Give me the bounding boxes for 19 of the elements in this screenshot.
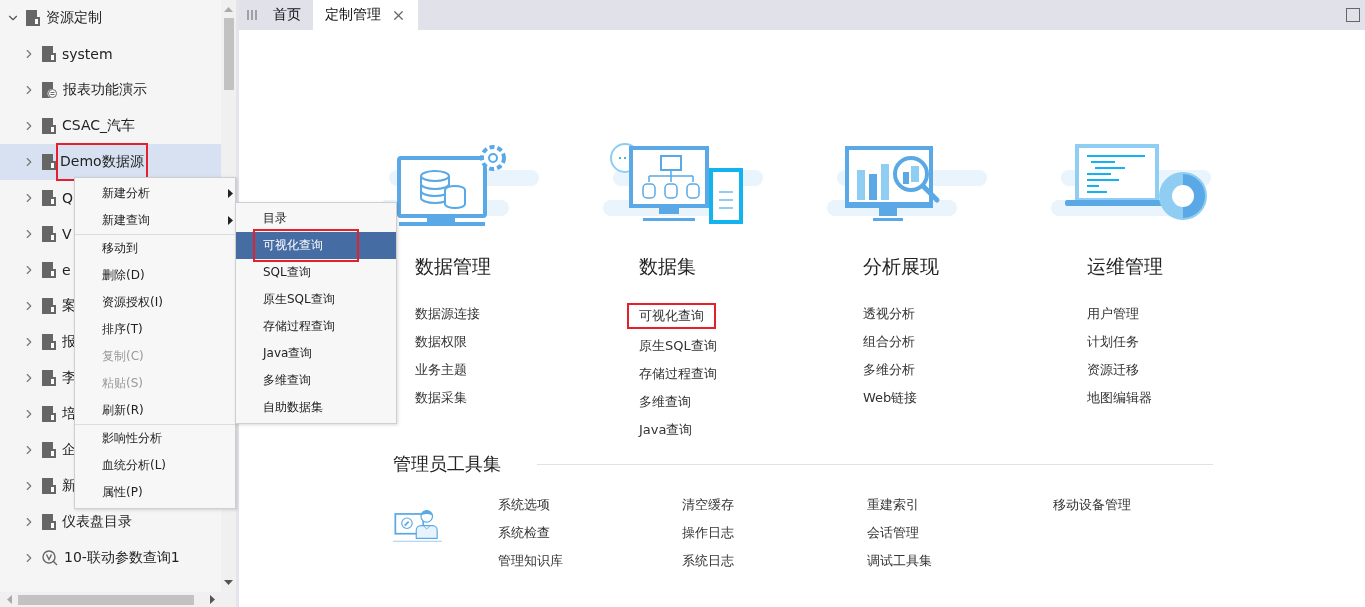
tree-item-label: 报 [62,333,76,351]
tree-item-label: V [62,226,72,242]
tree-item-label: 企 [62,441,76,459]
tree-item-label: e [62,262,71,278]
module-title: 分析展现 [863,254,940,279]
section-title: 管理员工具集 [393,452,501,476]
tree-item-label: CSAC_汽车 [62,117,136,135]
module-title: 数据集 [639,254,697,279]
tree-item-label: 培 [62,405,76,423]
tree-item-label: 10-联动参数查询1 [64,549,180,567]
tree-item-label: Q [62,190,74,206]
module-title: 运维管理 [1087,254,1164,279]
tree-item-label: 李 [62,369,76,387]
tree-item-label: 案 [62,297,76,315]
tree-item-label: 仪表盘目录 [62,513,132,531]
module-title: 数据管理 [415,254,492,279]
tree-item-label: 报表功能演示 [63,81,147,99]
tree-item-label: 新 [62,477,76,495]
tree-item-label: system [62,46,113,62]
